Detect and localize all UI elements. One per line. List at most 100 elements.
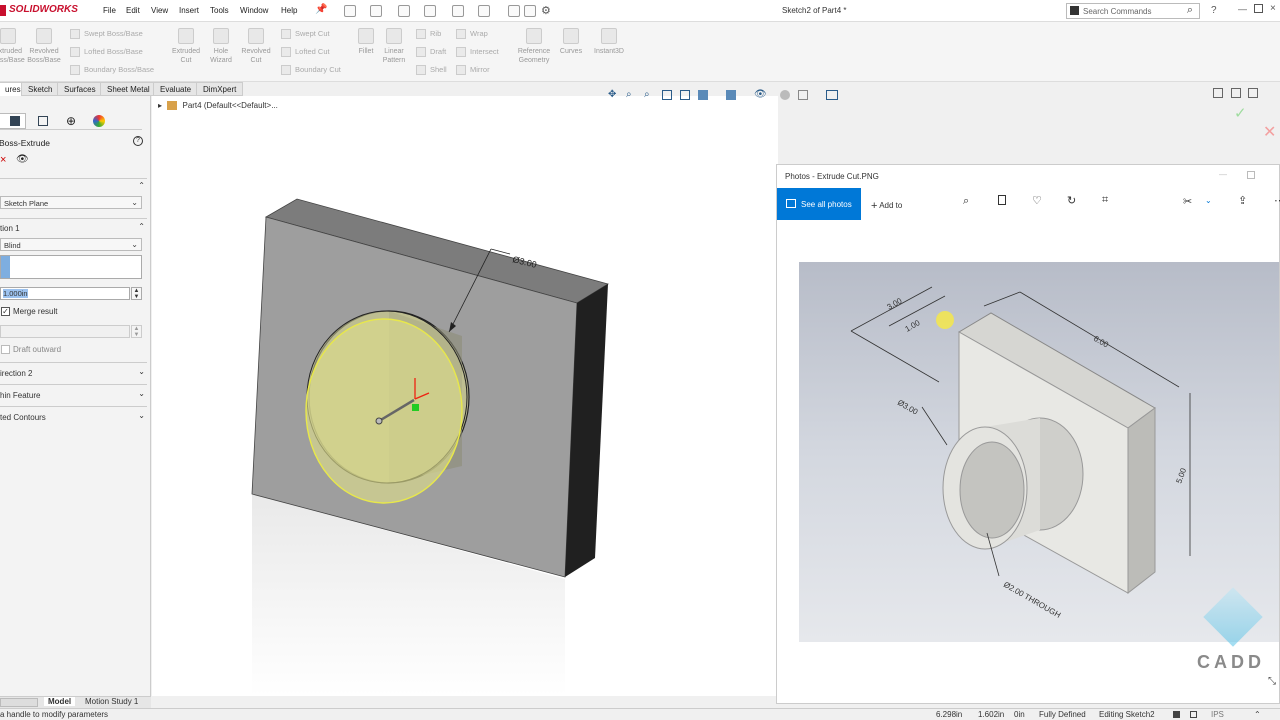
search-commands-input[interactable]: Search Commands ⌕ — [1066, 3, 1200, 19]
tab-navigation-arrows[interactable] — [0, 698, 38, 707]
edit-create-icon[interactable]: ✂ — [1183, 195, 1192, 208]
search-icon[interactable]: ⌕ — [1187, 4, 1193, 17]
select-icon[interactable] — [478, 5, 490, 17]
ok-check-icon[interactable]: ✓ — [1234, 104, 1247, 122]
cancel-x-icon[interactable]: ✕ — [1263, 122, 1276, 142]
rebuild-icon[interactable] — [508, 5, 520, 17]
direction-reference-field[interactable] — [0, 255, 142, 279]
photos-window[interactable]: Photos - Extrude Cut.PNG — See all photo… — [776, 164, 1280, 704]
menu-tools[interactable]: Tools — [210, 6, 229, 15]
maximize-icon[interactable] — [1254, 4, 1263, 13]
menu-view[interactable]: View — [151, 6, 168, 15]
photos-maximize-icon[interactable] — [1247, 171, 1255, 179]
revolved-boss-button[interactable]: Revolved Boss/Base — [24, 28, 64, 65]
menu-help[interactable]: Help — [281, 6, 297, 15]
options-gear-icon[interactable]: ⚙ — [541, 4, 551, 17]
tab-sketch[interactable]: Sketch — [21, 82, 60, 96]
zoom-icon[interactable]: ⌕ — [963, 195, 969, 208]
display-manager-icon[interactable] — [93, 115, 105, 127]
viewport-tile-icon[interactable] — [1231, 88, 1241, 98]
draft-spinner[interactable]: ▲ ▼ — [131, 325, 142, 338]
curves-button[interactable]: Curves — [551, 28, 591, 56]
photos-minimize-icon[interactable]: — — [1219, 170, 1227, 179]
tab-motion-study[interactable]: Motion Study 1 — [81, 697, 142, 706]
file-properties-icon[interactable] — [524, 5, 536, 17]
crop-icon[interactable]: ⌗ — [1102, 194, 1108, 207]
rebuild-status-icon[interactable] — [1173, 711, 1180, 718]
lofted-boss-button[interactable]: Lofted Boss/Base — [70, 47, 143, 58]
tab-sheet-metal[interactable]: Sheet Metal — [100, 82, 157, 96]
configuration-manager-icon[interactable] — [38, 116, 48, 126]
lofted-cut-button[interactable]: Lofted Cut — [281, 47, 330, 58]
from-dropdown[interactable]: Sketch Plane ⌄ — [0, 196, 142, 209]
graphics-area[interactable]: ▸ Part4 (Default<<Default>... ✥ ⌕ ⌕ 👁 Ø3… — [152, 89, 838, 696]
pin-icon[interactable]: 📌 — [315, 4, 327, 15]
unit-system[interactable]: IPS — [1211, 710, 1224, 719]
viewport-restore-icon[interactable] — [1213, 88, 1223, 98]
status-toggle-icon[interactable] — [1190, 711, 1197, 718]
sketch-circle-preview[interactable] — [305, 318, 463, 504]
mirror-button[interactable]: Mirror — [456, 65, 490, 76]
draft-angle-input[interactable] — [0, 325, 130, 338]
scene-icon[interactable] — [798, 90, 808, 100]
appearance-icon[interactable] — [780, 90, 790, 100]
viewport-maximize-icon[interactable] — [1248, 88, 1258, 98]
boundary-cut-button[interactable]: Boundary Cut — [281, 65, 341, 76]
linear-pattern-button[interactable]: Linear Pattern — [374, 28, 414, 65]
revolved-cut-button[interactable]: Revolved Cut — [236, 28, 276, 65]
help-icon[interactable]: ? — [133, 136, 143, 146]
resize-grip-icon[interactable]: ⤡ — [1268, 676, 1276, 687]
tab-evaluate[interactable]: Evaluate — [153, 82, 199, 96]
extruded-cut-button[interactable]: Extruded Cut — [166, 28, 206, 65]
see-all-photos-button[interactable]: See all photos — [777, 188, 861, 220]
selected-contours-section[interactable]: ted Contours ⌄ — [0, 406, 147, 428]
instant3d-button[interactable]: Instant3D — [589, 28, 629, 56]
merge-result-checkbox[interactable]: ✓ — [1, 307, 10, 316]
drag-handle-end[interactable] — [375, 417, 383, 425]
menu-window[interactable]: Window — [240, 6, 268, 15]
tab-model[interactable]: Model — [44, 697, 76, 706]
tab-surfaces[interactable]: Surfaces — [57, 82, 103, 96]
wrap-button[interactable]: Wrap — [456, 29, 488, 40]
draft-outward-checkbox[interactable] — [1, 345, 10, 354]
menu-insert[interactable]: Insert — [179, 6, 199, 15]
cancel-icon[interactable]: × — [0, 154, 6, 166]
close-icon[interactable]: × — [1270, 3, 1276, 14]
print-icon[interactable] — [424, 5, 436, 17]
tab-dimxpert[interactable]: DimXpert — [196, 82, 244, 96]
collapse-icon[interactable]: ⌃ — [138, 222, 145, 231]
new-icon[interactable] — [344, 5, 356, 17]
delete-icon[interactable] — [998, 195, 1006, 205]
help-icon[interactable]: ? — [1211, 5, 1217, 16]
undo-icon[interactable] — [452, 5, 464, 17]
rotate-icon[interactable]: ↻ — [1067, 194, 1076, 207]
status-chevron-icon[interactable]: ⌃ — [1254, 710, 1261, 719]
rib-button[interactable]: Rib — [416, 29, 441, 40]
dimxpert-manager-icon[interactable]: ⊕ — [66, 114, 76, 128]
hole-wizard-button[interactable]: Hole Wizard — [201, 28, 241, 65]
depth-input[interactable]: 1.000in — [0, 287, 130, 300]
chevron-down-icon[interactable]: ⌄ — [1205, 196, 1212, 205]
intersect-button[interactable]: Intersect — [456, 47, 499, 58]
draft-button[interactable]: Draft — [416, 47, 446, 58]
open-icon[interactable] — [370, 5, 382, 17]
swept-boss-button[interactable]: Swept Boss/Base — [70, 29, 143, 40]
shell-button[interactable]: Shell — [416, 65, 447, 76]
add-to-button[interactable]: + Add to — [871, 200, 902, 212]
reference-geometry-button[interactable]: Reference Geometry — [514, 28, 554, 65]
minimize-icon[interactable]: — — [1238, 4, 1247, 14]
preview-eye-icon[interactable]: 👁 — [16, 154, 29, 165]
collapse-icon[interactable]: ⌃ — [138, 181, 145, 190]
more-options-icon[interactable]: ⋯ — [1274, 194, 1280, 207]
save-icon[interactable] — [398, 5, 410, 17]
share-icon[interactable]: ⇪ — [1238, 194, 1247, 207]
menu-file[interactable]: File — [103, 6, 116, 15]
boundary-boss-button[interactable]: Boundary Boss/Base — [70, 65, 154, 76]
menu-edit[interactable]: Edit — [126, 6, 140, 15]
thin-feature-section[interactable]: hin Feature ⌄ — [0, 384, 147, 406]
end-condition-dropdown[interactable]: Blind ⌄ — [0, 238, 142, 251]
direction2-section[interactable]: irection 2 ⌄ — [0, 362, 147, 384]
depth-spinner[interactable]: ▲ ▼ — [131, 287, 142, 300]
view-settings-icon[interactable] — [826, 90, 838, 100]
swept-cut-button[interactable]: Swept Cut — [281, 29, 330, 40]
